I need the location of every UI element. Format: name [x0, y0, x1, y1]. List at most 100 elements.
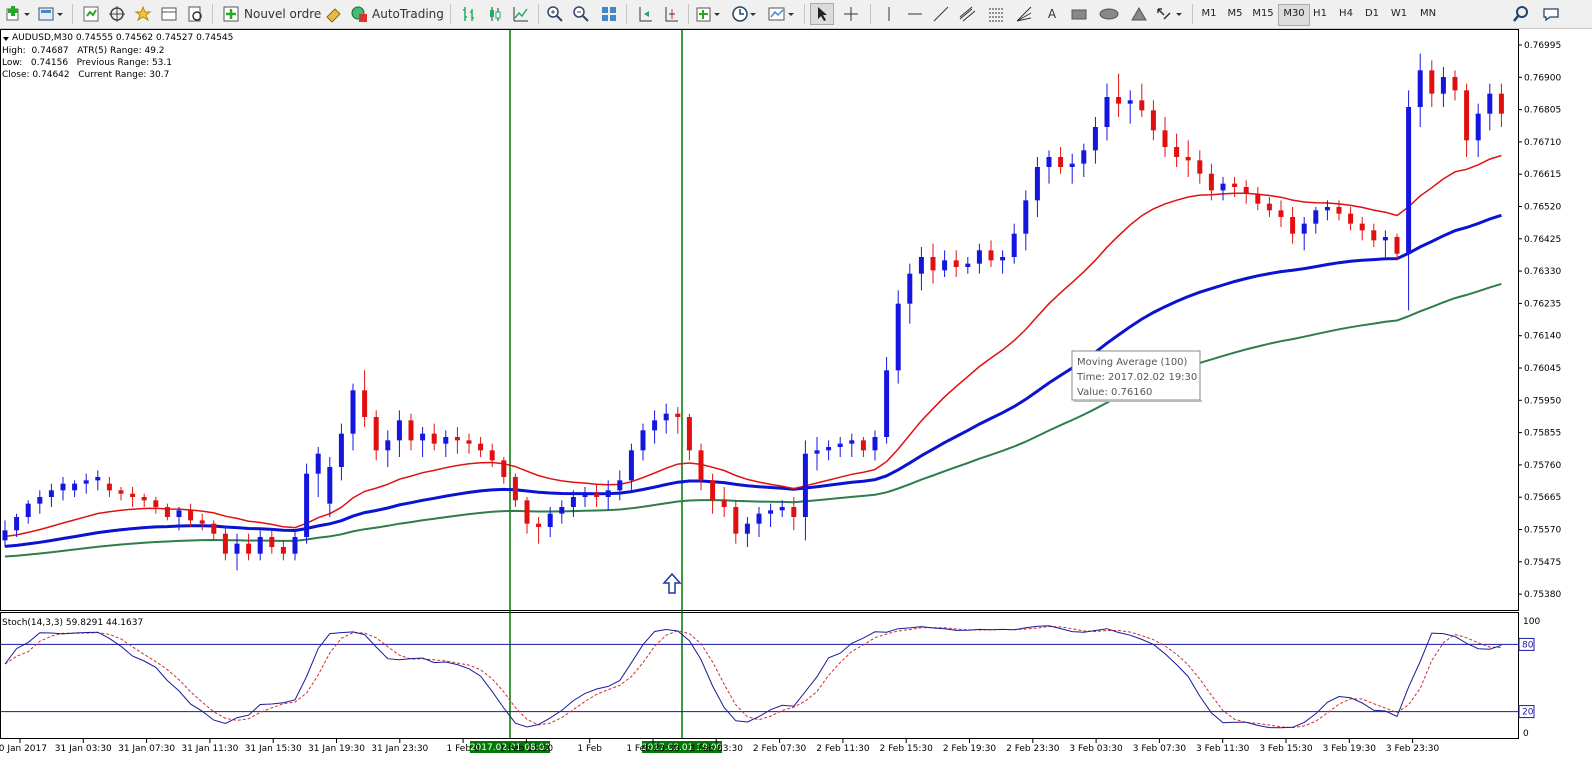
- rectangle-icon[interactable]: [1066, 3, 1092, 25]
- candle-body: [234, 543, 240, 554]
- templates-icon[interactable]: [766, 3, 798, 25]
- candle-body: [106, 483, 112, 491]
- time-label: 1 Feb 23:30: [626, 744, 680, 754]
- candle-body: [1034, 167, 1040, 201]
- vertical-line-icon[interactable]: [878, 3, 900, 25]
- timeframe-h4[interactable]: H4: [1334, 4, 1358, 24]
- strategy-tester-icon[interactable]: [184, 3, 206, 25]
- candle-body: [1069, 163, 1075, 167]
- time-label: 31 Jan 11:30: [181, 744, 238, 754]
- candle-body: [1266, 203, 1272, 211]
- favorites-icon[interactable]: [132, 3, 154, 25]
- candle-body: [988, 250, 994, 261]
- candle-body: [733, 507, 739, 534]
- new-chart-icon[interactable]: [4, 3, 32, 25]
- market-watch-icon[interactable]: [80, 3, 102, 25]
- candle-body: [1440, 77, 1446, 94]
- candle-body: [1150, 110, 1156, 131]
- candle-body: [373, 417, 379, 451]
- candle-body: [304, 473, 310, 537]
- triangle-icon[interactable]: [1126, 3, 1152, 25]
- bar-chart-icon[interactable]: [458, 3, 480, 25]
- candle-body: [315, 453, 321, 474]
- price-label: 0.76805: [1524, 106, 1561, 116]
- time-label: 30 Jan 2017: [0, 744, 47, 754]
- timeframe-w1[interactable]: W1: [1386, 4, 1412, 24]
- candle-body: [83, 480, 89, 484]
- zoom-out-icon[interactable]: [570, 3, 592, 25]
- candle-body: [48, 490, 54, 497]
- chart-shift-icon[interactable]: [660, 3, 682, 25]
- candle-body: [141, 497, 147, 501]
- timeframe-m30[interactable]: M30: [1278, 4, 1310, 26]
- candle-body: [884, 370, 890, 437]
- candle-body: [1058, 157, 1064, 167]
- time-label: 3 Feb 19:30: [1323, 744, 1377, 754]
- trendline-icon[interactable]: [930, 3, 952, 25]
- terminal-icon[interactable]: [158, 3, 180, 25]
- candle-body: [118, 490, 124, 494]
- price-label: 0.76045: [1524, 364, 1561, 374]
- text-tool-icon[interactable]: A: [1042, 3, 1062, 25]
- candle-body: [164, 507, 170, 517]
- line-chart-icon[interactable]: [510, 3, 532, 25]
- candle-body: [1301, 223, 1307, 234]
- chat-icon[interactable]: [1540, 3, 1562, 25]
- toolbar: Nouvel ordre AutoTrading A M1 M5 M15 M30…: [0, 0, 1592, 29]
- arrows-icon[interactable]: [1154, 3, 1186, 25]
- candle-body: [1452, 77, 1458, 91]
- periods-icon[interactable]: [730, 3, 760, 25]
- crosshair-icon[interactable]: [840, 3, 862, 25]
- metaeditor-icon[interactable]: [322, 3, 346, 25]
- candlestick-icon[interactable]: [484, 3, 506, 25]
- candle-body: [1208, 173, 1214, 191]
- price-label: 0.76900: [1524, 73, 1561, 83]
- candle-body: [582, 493, 588, 497]
- stoch-level-label: 20: [1522, 708, 1534, 718]
- candle-body: [617, 480, 623, 491]
- candle-body: [466, 440, 472, 444]
- timeframe-m15[interactable]: M15: [1248, 4, 1278, 24]
- navigator-icon[interactable]: [106, 3, 128, 25]
- candle-body: [95, 477, 101, 481]
- stoch-label: Stoch(14,3,3) 59.8291 44.1637: [2, 618, 143, 628]
- new-order-button[interactable]: Nouvel ordre: [222, 3, 322, 25]
- indicators-icon[interactable]: [694, 3, 724, 25]
- chart-canvas[interactable]: 2017.02.01 08:00 2017.02.01 19:00 8020 0.…: [0, 29, 1592, 772]
- candle-body: [1046, 157, 1052, 167]
- timeframe-h1[interactable]: H1: [1308, 4, 1332, 24]
- equidistant-channel-icon[interactable]: [956, 3, 980, 25]
- candle-body: [1290, 217, 1296, 234]
- time-label: 2 Feb 03:30: [690, 744, 744, 754]
- time-label: 1 Feb 0: [447, 744, 480, 754]
- cursor-icon[interactable]: [810, 3, 834, 25]
- timeframe-mn[interactable]: MN: [1414, 4, 1442, 24]
- candle-body: [698, 450, 704, 481]
- candle-body: [72, 483, 78, 491]
- fibonacci-fan-icon[interactable]: [1012, 3, 1036, 25]
- fibonacci-retracement-icon[interactable]: [984, 3, 1008, 25]
- candle-body: [965, 263, 971, 267]
- tooltip-value: Value: 0.76160: [1077, 387, 1152, 398]
- horizontal-line-icon[interactable]: [904, 3, 926, 25]
- timeframe-d1[interactable]: D1: [1360, 4, 1384, 24]
- price-label: 0.75665: [1524, 493, 1561, 503]
- timeframe-m5[interactable]: M5: [1222, 4, 1248, 24]
- profiles-icon[interactable]: [36, 3, 66, 25]
- auto-scroll-icon[interactable]: [634, 3, 656, 25]
- price-label: 0.76615: [1524, 170, 1561, 180]
- tooltip-title: Moving Average (100): [1077, 357, 1188, 368]
- chart-window[interactable]: 2017.02.01 08:00 2017.02.01 19:00 80 20 0.…: [0, 29, 1592, 772]
- zoom-in-icon[interactable]: [544, 3, 566, 25]
- ellipse-icon[interactable]: [1096, 3, 1122, 25]
- candle-body: [176, 510, 182, 517]
- candle-body: [524, 500, 530, 524]
- search-icon[interactable]: [1510, 3, 1532, 25]
- candle-body: [849, 440, 855, 444]
- timeframe-m1[interactable]: M1: [1196, 4, 1222, 24]
- tile-windows-icon[interactable]: [598, 3, 620, 25]
- candle-body: [744, 523, 750, 534]
- autotrading-button[interactable]: AutoTrading: [350, 3, 446, 25]
- candle-body: [1243, 187, 1249, 194]
- close-line: Close: 0.74642 Current Range: 30.7: [2, 70, 169, 80]
